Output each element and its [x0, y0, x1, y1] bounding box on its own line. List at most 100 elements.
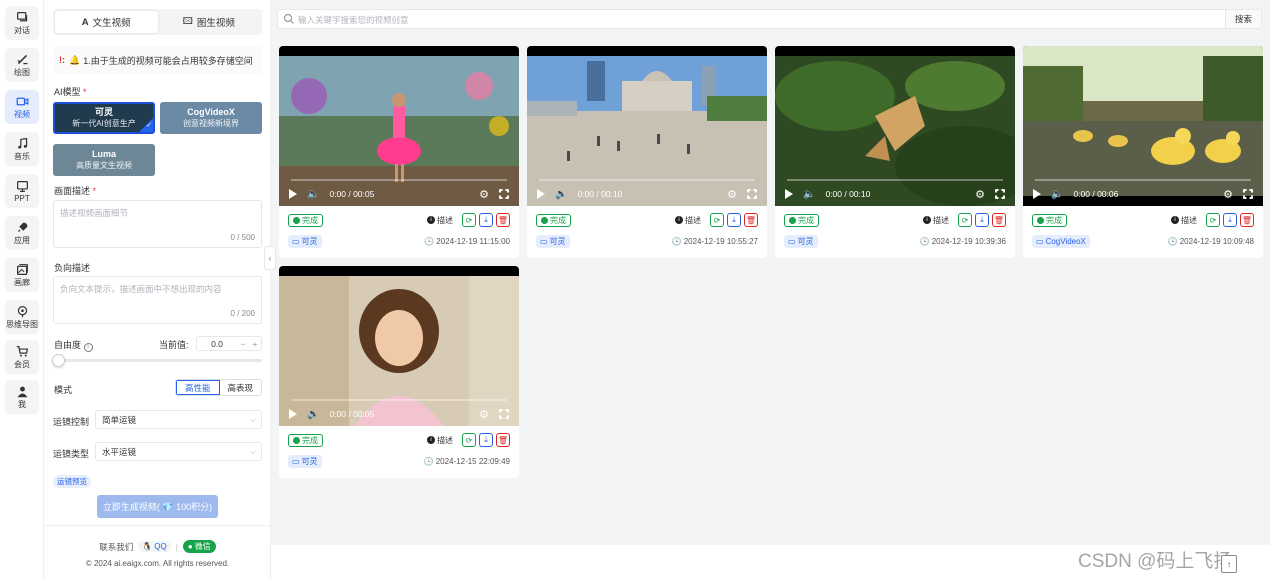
freedom-slider-handle[interactable] — [52, 354, 65, 367]
music-note-icon — [17, 137, 27, 149]
user-icon — [17, 386, 27, 397]
delete-button[interactable]: 🗑 — [992, 213, 1006, 227]
delete-button[interactable]: 🗑 — [744, 213, 758, 227]
fullscreen-icon[interactable] — [747, 189, 757, 199]
fullscreen-icon[interactable] — [1243, 189, 1253, 199]
play-icon[interactable] — [785, 189, 793, 199]
prompt-textarea[interactable]: 描述视频画面细节 0 / 500 — [53, 200, 262, 248]
delete-button[interactable]: 🗑 — [496, 433, 510, 447]
description-label: 描述 — [1181, 215, 1197, 225]
download-button[interactable]: ⤓ — [479, 433, 493, 447]
increment-button[interactable]: + — [249, 339, 261, 349]
model-card-luma[interactable]: Luma 高质量文生视频 — [53, 144, 155, 176]
nav-item-chat[interactable]: 对话 — [5, 6, 39, 40]
nav-item-mindmap[interactable]: 思维导图 — [5, 300, 39, 334]
decrement-button[interactable]: − — [237, 339, 249, 349]
model-tag: ▭ 可灵 — [288, 234, 322, 248]
fullscreen-icon[interactable] — [499, 409, 509, 419]
tab-text-to-video[interactable]: A 文生视频 — [55, 11, 158, 33]
freedom-stepper[interactable]: 0.0 − + — [196, 336, 262, 351]
progress-bar[interactable] — [539, 179, 755, 181]
volume-icon[interactable]: 🔈 — [555, 189, 567, 200]
camera-control-select[interactable]: 简单运镜 ⌵ — [95, 410, 262, 429]
video-time: 0:00 / 00:05 — [329, 189, 375, 199]
volume-icon[interactable]: 🔈 — [803, 189, 815, 200]
qq-button[interactable]: 🐧 QQ — [138, 541, 171, 552]
play-icon[interactable] — [289, 409, 297, 419]
gear-icon[interactable]: ⚙ — [479, 408, 489, 421]
negative-placeholder: 负向文本提示，描述画面中不想出现的内容 — [60, 284, 222, 294]
mode-option-quality[interactable]: 高表现 — [220, 380, 262, 395]
download-button[interactable]: ⤓ — [1223, 213, 1237, 227]
negative-prompt-label: 负向描述 — [54, 263, 91, 273]
status-text: 完成 — [1046, 215, 1062, 225]
camera-type-select[interactable]: 水平运镜 ⌵ — [95, 442, 262, 461]
video-player[interactable]: 🔈 0:00 / 00:10 ⚙ — [775, 46, 1015, 206]
regenerate-button[interactable]: ⟳ — [710, 213, 724, 227]
gear-icon[interactable]: ⚙ — [1223, 188, 1233, 201]
nav-item-paint[interactable]: 绘图 — [5, 48, 39, 82]
nav-item-apps[interactable]: 应用 — [5, 216, 39, 250]
progress-bar[interactable] — [291, 399, 507, 401]
divider — [44, 525, 271, 526]
description-button[interactable]: i 描述 — [675, 215, 701, 226]
regenerate-button[interactable]: ⟳ — [462, 213, 476, 227]
fullscreen-icon[interactable] — [995, 189, 1005, 199]
model-card-cogvideox[interactable]: CogVideoX 创意视频新境界 — [160, 102, 262, 134]
download-button[interactable]: ⤓ — [727, 213, 741, 227]
video-time: 0:00 / 00:10 — [577, 189, 623, 199]
video-player[interactable]: 🔈 0:00 / 00:05 ⚙ — [279, 266, 519, 426]
description-button[interactable]: i 描述 — [427, 435, 453, 446]
required-mark: * — [83, 87, 87, 97]
nav-item-gallery[interactable]: 画廊 — [5, 258, 39, 292]
generate-video-button[interactable]: 立即生成视频( 💎 100积分) — [97, 495, 218, 518]
delete-button[interactable]: 🗑 — [496, 213, 510, 227]
play-icon[interactable] — [289, 189, 297, 199]
description-button[interactable]: i 描述 — [923, 215, 949, 226]
video-card: 🔈 0:00 / 00:10 ⚙ 完成 i 描述 ⟳ ⤓ 🗑 ▭ 可灵 🕒 20… — [527, 46, 767, 258]
delete-button[interactable]: 🗑 — [1240, 213, 1254, 227]
volume-icon[interactable]: 🔈 — [307, 189, 319, 200]
volume-icon[interactable]: 🔈 — [307, 409, 319, 420]
nav-item-music[interactable]: 音乐 — [5, 132, 39, 166]
info-icon[interactable]: i — [83, 343, 93, 352]
video-player[interactable]: 🔈 0:00 / 00:10 ⚙ — [527, 46, 767, 206]
mode-option-performance[interactable]: 高性能 — [176, 380, 220, 395]
description-button[interactable]: i 描述 — [427, 215, 453, 226]
play-icon[interactable] — [537, 189, 545, 199]
video-player[interactable]: 🔈 0:00 / 00:06 ⚙ — [1023, 46, 1263, 206]
freedom-slider-track[interactable] — [56, 359, 262, 362]
wechat-button[interactable]: ● 微信 — [182, 540, 216, 553]
gear-icon[interactable]: ⚙ — [975, 188, 985, 201]
download-button[interactable]: ⤓ — [479, 213, 493, 227]
nav-item-ppt[interactable]: PPT — [5, 174, 39, 208]
regenerate-button[interactable]: ⟳ — [462, 433, 476, 447]
collapse-panel-button[interactable]: ‹ — [264, 246, 276, 270]
tab-image-to-video[interactable]: 🖾 图生视频 — [158, 11, 261, 33]
negative-prompt-textarea[interactable]: 负向文本提示，描述画面中不想出现的内容 0 / 200 — [53, 276, 262, 324]
volume-icon[interactable]: 🔈 — [1051, 189, 1063, 200]
progress-bar[interactable] — [787, 179, 1003, 181]
video-player[interactable]: 🔈 0:00 / 00:05 ⚙ — [279, 46, 519, 206]
scroll-top-button[interactable]: ↑ — [1221, 555, 1237, 573]
nav-item-membership[interactable]: 会员 — [5, 340, 39, 374]
gear-icon[interactable]: ⚙ — [479, 188, 489, 201]
search-button[interactable]: 搜索 — [1225, 10, 1261, 28]
fullscreen-icon[interactable] — [499, 189, 509, 199]
model-card-kling[interactable]: 可灵 新一代AI创意生产 — [53, 102, 155, 134]
play-icon[interactable] — [1033, 189, 1041, 199]
search-input[interactable]: 输入关键字搜索您的视频创意 — [298, 14, 409, 26]
progress-bar[interactable] — [291, 179, 507, 181]
progress-bar[interactable] — [1035, 179, 1251, 181]
regenerate-button[interactable]: ⟳ — [958, 213, 972, 227]
camera-preset-chip[interactable]: 运镜预览 — [53, 475, 91, 488]
gear-icon[interactable]: ⚙ — [727, 188, 737, 201]
download-button[interactable]: ⤓ — [975, 213, 989, 227]
nav-item-video[interactable]: 视频 — [5, 90, 39, 124]
description-button[interactable]: i 描述 — [1171, 215, 1197, 226]
timestamp: 🕒 2024-12-15 22:09:49 — [424, 457, 510, 466]
nav-item-me[interactable]: 我 — [5, 380, 39, 414]
model-tag-text: 可灵 — [797, 236, 814, 246]
card-status-row: 完成 i 描述 ⟳ ⤓ 🗑 — [1032, 213, 1254, 227]
regenerate-button[interactable]: ⟳ — [1206, 213, 1220, 227]
